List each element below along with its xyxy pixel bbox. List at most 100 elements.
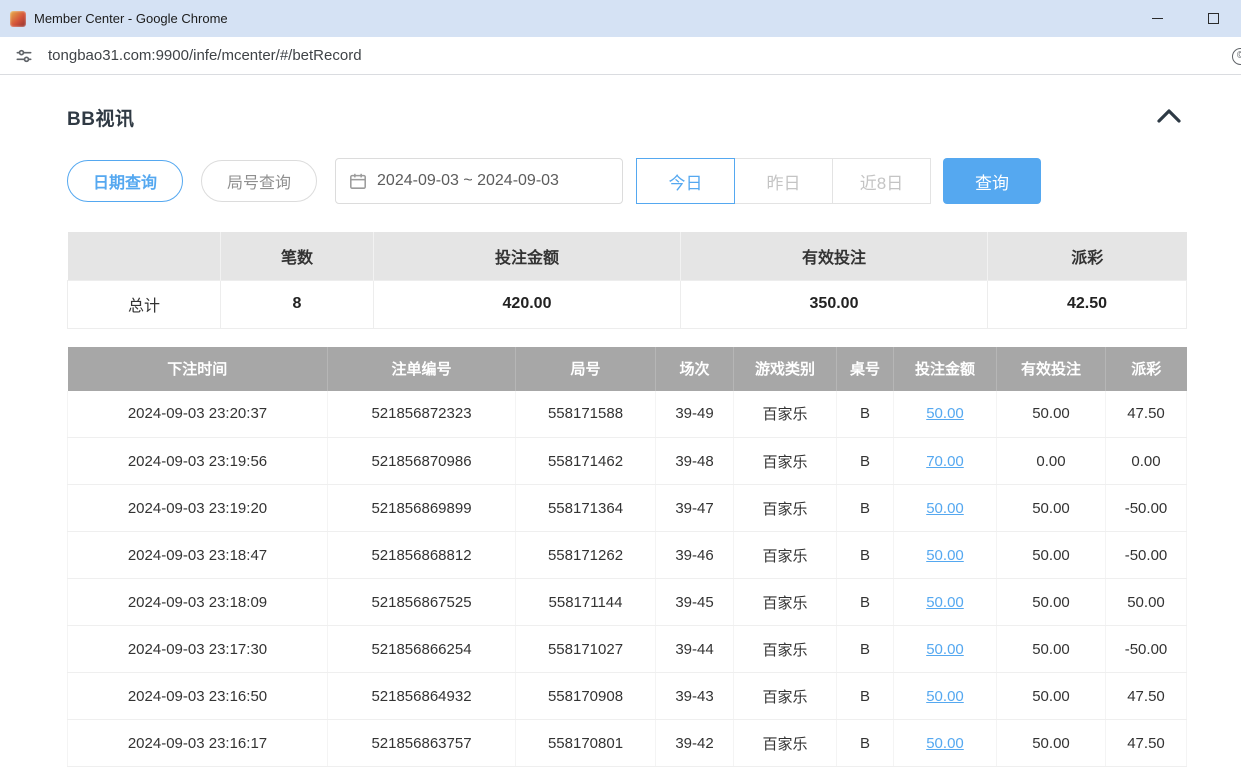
- cell-round-id: 558170908: [516, 673, 656, 720]
- site-settings-icon[interactable]: [14, 46, 34, 66]
- url-text[interactable]: tongbao31.com:9900/infe/mcenter/#/betRec…: [48, 47, 362, 64]
- cell-bet-time: 2024-09-03 23:20:37: [68, 391, 328, 438]
- minimize-button[interactable]: [1129, 0, 1185, 37]
- cell-round-id: 558170801: [516, 720, 656, 767]
- header-session: 场次: [656, 347, 734, 391]
- cell-payout: 50.00: [1106, 579, 1187, 626]
- cell-table-no: B: [837, 485, 894, 532]
- header-bet-amount: 投注金额: [894, 347, 997, 391]
- table-row: 2024-09-03 23:18:09 521856867525 5581711…: [68, 579, 1187, 626]
- cell-bet-time: 2024-09-03 23:16:17: [68, 720, 328, 767]
- table-row: 2024-09-03 23:16:50 521856864932 5581709…: [68, 673, 1187, 720]
- date-range-picker[interactable]: 2024-09-03 ~ 2024-09-03: [335, 158, 623, 204]
- bet-amount-link[interactable]: 50.00: [926, 405, 964, 422]
- cell-valid-bet: 50.00: [997, 485, 1106, 532]
- cell-session: 39-43: [656, 673, 734, 720]
- cell-session: 39-48: [656, 438, 734, 485]
- cell-bet-time: 2024-09-03 23:18:09: [68, 579, 328, 626]
- search-button[interactable]: 查询: [943, 158, 1041, 204]
- cell-bet-time: 2024-09-03 23:19:20: [68, 485, 328, 532]
- header-table-no: 桌号: [837, 347, 894, 391]
- cell-session: 39-47: [656, 485, 734, 532]
- table-row: 2024-09-03 23:19:56 521856870986 5581714…: [68, 438, 1187, 485]
- cell-order-id: 521856870986: [328, 438, 516, 485]
- cell-table-no: B: [837, 579, 894, 626]
- bet-table-header-row: 下注时间 注单编号 局号 场次 游戏类别 桌号 投注金额 有效投注 派彩: [68, 347, 1187, 391]
- site-favicon-icon: [10, 11, 26, 27]
- cell-order-id: 521856864932: [328, 673, 516, 720]
- cell-payout: -50.00: [1106, 485, 1187, 532]
- bet-record-table: 下注时间 注单编号 局号 场次 游戏类别 桌号 投注金额 有效投注 派彩 202…: [67, 347, 1187, 768]
- cell-game-type: 百家乐: [734, 626, 837, 673]
- cell-session: 39-46: [656, 532, 734, 579]
- summary-total-label: 总计: [68, 280, 221, 328]
- cell-valid-bet: 50.00: [997, 673, 1106, 720]
- filter-bar: 日期查询 局号查询 2024-09-03 ~ 2024-09-03 今日 昨日 …: [67, 158, 1186, 204]
- summary-total-row: 总计 8 420.00 350.00 42.50: [68, 280, 1187, 328]
- cell-game-type: 百家乐: [734, 438, 837, 485]
- cell-valid-bet: 50.00: [997, 626, 1106, 673]
- date-query-tab[interactable]: 日期查询: [67, 160, 183, 202]
- window-titlebar: Member Center - Google Chrome: [0, 0, 1241, 37]
- cell-bet-amount: 50.00: [894, 673, 997, 720]
- cell-table-no: B: [837, 438, 894, 485]
- cell-payout: -50.00: [1106, 532, 1187, 579]
- table-row: 2024-09-03 23:16:17 521856863757 5581708…: [68, 720, 1187, 767]
- cell-session: 39-42: [656, 720, 734, 767]
- cell-valid-bet: 0.00: [997, 438, 1106, 485]
- summary-table: 笔数 投注金额 有效投注 派彩 总计 8 420.00 350.00 42.50: [67, 232, 1187, 329]
- cell-bet-amount: 50.00: [894, 485, 997, 532]
- bet-amount-link[interactable]: 50.00: [926, 688, 964, 705]
- bet-amount-link[interactable]: 50.00: [926, 500, 964, 517]
- bet-amount-link[interactable]: 70.00: [926, 453, 964, 470]
- summary-header-count: 笔数: [221, 232, 374, 280]
- date-range-value: 2024-09-03 ~ 2024-09-03: [377, 172, 559, 190]
- section-header: BB视讯: [67, 104, 1186, 131]
- cell-order-id: 521856867525: [328, 579, 516, 626]
- summary-header-row: 笔数 投注金额 有效投注 派彩: [68, 232, 1187, 280]
- cell-bet-time: 2024-09-03 23:18:47: [68, 532, 328, 579]
- cell-game-type: 百家乐: [734, 720, 837, 767]
- table-row: 2024-09-03 23:19:20 521856869899 5581713…: [68, 485, 1187, 532]
- cell-bet-amount: 50.00: [894, 626, 997, 673]
- cell-payout: 47.50: [1106, 673, 1187, 720]
- header-bet-time: 下注时间: [68, 347, 328, 391]
- browser-address-bar: tongbao31.com:9900/infe/mcenter/#/betRec…: [0, 37, 1241, 75]
- header-order-id: 注单编号: [328, 347, 516, 391]
- table-row: 2024-09-03 23:18:47 521856868812 5581712…: [68, 532, 1187, 579]
- last-8-days-button[interactable]: 近8日: [832, 158, 931, 204]
- cell-game-type: 百家乐: [734, 673, 837, 720]
- summary-bet-amount-value: 420.00: [374, 280, 681, 328]
- cell-valid-bet: 50.00: [997, 720, 1106, 767]
- header-payout: 派彩: [1106, 347, 1187, 391]
- summary-header-blank: [68, 232, 221, 280]
- minimize-icon: [1152, 18, 1163, 19]
- cell-bet-time: 2024-09-03 23:19:56: [68, 438, 328, 485]
- cell-table-no: B: [837, 391, 894, 438]
- bet-amount-link[interactable]: 50.00: [926, 641, 964, 658]
- header-round-id: 局号: [516, 347, 656, 391]
- summary-header-bet-amount: 投注金额: [374, 232, 681, 280]
- calendar-icon: [349, 172, 367, 190]
- cell-order-id: 521856863757: [328, 720, 516, 767]
- bet-amount-link[interactable]: 50.00: [926, 735, 964, 752]
- today-button[interactable]: 今日: [636, 158, 735, 204]
- bet-amount-link[interactable]: 50.00: [926, 547, 964, 564]
- cell-valid-bet: 50.00: [997, 391, 1106, 438]
- header-valid-bet: 有效投注: [997, 347, 1106, 391]
- summary-payout-value: 42.50: [988, 280, 1187, 328]
- cell-payout: 47.50: [1106, 391, 1187, 438]
- table-row: 2024-09-03 23:20:37 521856872323 5581715…: [68, 391, 1187, 438]
- table-row: 2024-09-03 23:17:30 521856866254 5581710…: [68, 626, 1187, 673]
- profile-icon[interactable]: ©: [1232, 48, 1241, 65]
- cell-session: 39-44: [656, 626, 734, 673]
- round-query-tab[interactable]: 局号查询: [201, 160, 317, 202]
- cell-bet-amount: 50.00: [894, 720, 997, 767]
- cell-table-no: B: [837, 532, 894, 579]
- yesterday-button[interactable]: 昨日: [734, 158, 833, 204]
- collapse-section-button[interactable]: [1152, 104, 1186, 131]
- bet-amount-link[interactable]: 50.00: [926, 594, 964, 611]
- cell-game-type: 百家乐: [734, 485, 837, 532]
- summary-header-valid-bet: 有效投注: [681, 232, 988, 280]
- maximize-button[interactable]: [1185, 0, 1241, 37]
